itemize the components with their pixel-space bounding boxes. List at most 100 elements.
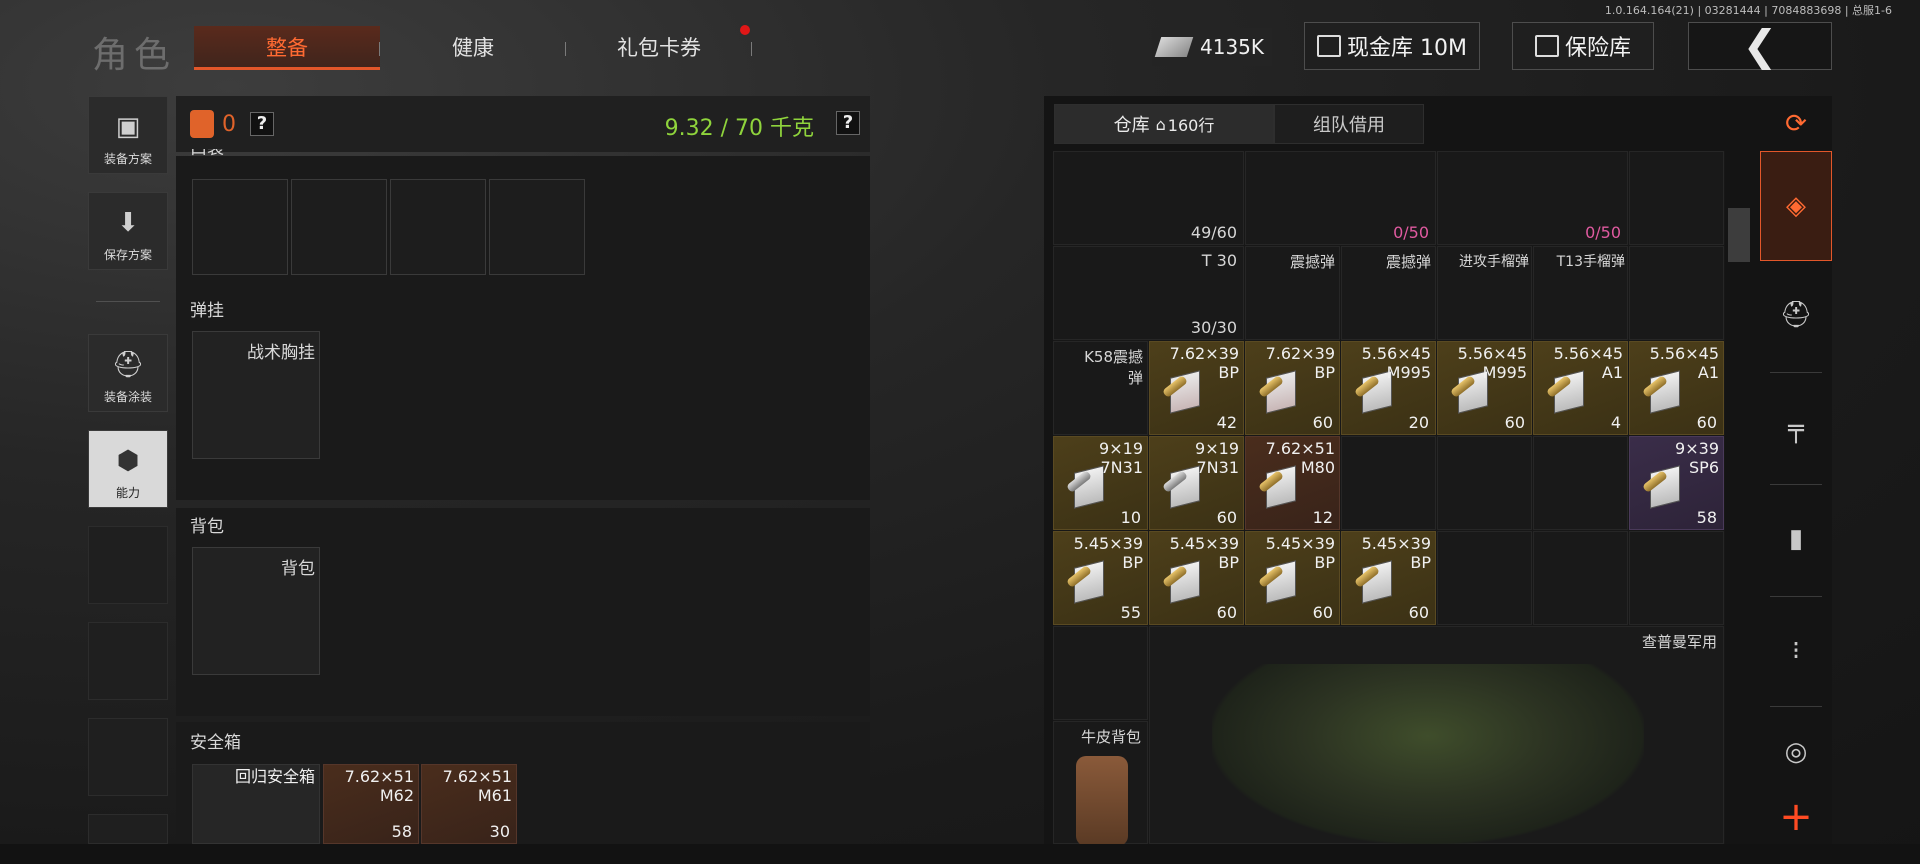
ammo-item[interactable]: 9×19 7N31 60 (1149, 436, 1244, 530)
ammo-item[interactable]: 5.45×39 BP 55 (1053, 531, 1148, 625)
item-name: 9×19 7N31 (1099, 439, 1143, 477)
sidebar-label: 保存方案 (103, 248, 152, 262)
warehouse-item[interactable]: K58震撼 弹 (1053, 341, 1148, 435)
item-name: 5.45×39 BP (1073, 534, 1143, 572)
warehouse-empty-cell[interactable] (1533, 531, 1628, 625)
warehouse-item[interactable]: T 30 30/30 (1053, 246, 1244, 340)
item-name: 7.62×39 BP (1265, 344, 1335, 382)
tab-gift-vouchers[interactable]: 礼包卡券 (566, 26, 752, 70)
bottom-bar (0, 844, 1920, 864)
warehouse-item[interactable]: 牛皮背包 (1053, 721, 1148, 844)
home-icon: ⌂ (1155, 114, 1166, 134)
category-all-icon[interactable]: ◈ (1760, 151, 1832, 261)
chest-rig-section-title: 弹挂 (190, 301, 224, 321)
ammo-item[interactable]: 9×39 SP6 58 (1629, 436, 1724, 530)
ammo-item[interactable]: 5.56×45 A1 60 (1629, 341, 1724, 435)
item-name: 震撼弹 (1385, 253, 1431, 271)
safe-ammo-item[interactable]: 7.62×51 M61 30 (421, 764, 517, 844)
warehouse-item[interactable]: 0/50 (1245, 151, 1436, 245)
safe-box-item[interactable]: 回归安全箱 (192, 764, 320, 844)
armor-count: 0 (222, 111, 236, 137)
item-name: 7.62×51 M62 (344, 767, 414, 805)
pocket-slot[interactable] (291, 179, 387, 275)
leather-backpack-icon (1076, 756, 1128, 844)
ammo-item[interactable]: 7.62×39 BP 60 (1245, 341, 1340, 435)
ammo-item[interactable]: 5.56×45 M995 20 (1341, 341, 1436, 435)
item-name: 回归安全箱 (234, 767, 315, 786)
category-divider (1770, 372, 1822, 373)
vest-icon: ▣ (115, 112, 141, 142)
backpack-section-title: 背包 (190, 517, 224, 537)
warehouse-empty-cell[interactable] (1629, 531, 1724, 625)
warehouse-item[interactable]: 震撼弹 (1341, 246, 1436, 340)
sidebar-empty-slot (88, 718, 168, 796)
ammo-item[interactable]: 5.56×45 M995 60 (1437, 341, 1532, 435)
sidebar-item-save-plan[interactable]: ⬇ 保存方案 (88, 192, 168, 270)
ammo-item[interactable]: 5.45×39 BP 60 (1245, 531, 1340, 625)
ammo-item[interactable]: 7.62×39 BP 42 (1149, 341, 1244, 435)
item-count: 60 (1696, 413, 1717, 432)
warehouse-empty-cell[interactable] (1437, 531, 1532, 625)
item-name: K58震撼 弹 (1084, 348, 1143, 387)
ammo-item[interactable]: 5.45×39 BP 60 (1341, 531, 1436, 625)
chest-rig-slot[interactable]: 战术胸挂 (192, 331, 320, 459)
tab-warehouse[interactable]: 仓库 ⌂ 160行 (1054, 104, 1274, 144)
category-scope-icon[interactable]: ◎ (1760, 716, 1832, 788)
help-icon[interactable]: ? (250, 112, 274, 136)
warehouse-item[interactable]: 49/60 (1053, 151, 1244, 245)
add-icon[interactable]: + (1760, 790, 1832, 844)
category-magazine-icon[interactable]: ▮ (1760, 494, 1832, 584)
item-count: 55 (1120, 603, 1141, 622)
safe-box-section-title: 安全箱 (190, 733, 241, 753)
item-count: 10 (1120, 508, 1141, 527)
money-value: 4135K (1200, 35, 1265, 59)
sidebar-empty-slot (88, 622, 168, 700)
tab-equip[interactable]: 整备 (194, 26, 380, 70)
tab-divider (751, 42, 752, 56)
item-count: 58 (391, 822, 412, 841)
item-count: 60 (1216, 508, 1237, 527)
sidebar-item-skins[interactable]: ⛑ 装备涂装 (88, 334, 168, 412)
sidebar-divider (96, 301, 160, 302)
back-button[interactable]: ❮ (1688, 22, 1832, 70)
warehouse-item[interactable]: T13手榴弹 (1533, 246, 1628, 340)
ammo-item[interactable]: 7.62×51 M80 12 (1245, 436, 1340, 530)
warehouse-empty-cell[interactable] (1437, 436, 1532, 530)
warehouse-empty-cell[interactable] (1533, 436, 1628, 530)
tab-health[interactable]: 健康 (380, 26, 566, 70)
item-count: 60 (1216, 603, 1237, 622)
item-count: 60 (1504, 413, 1525, 432)
vault-label: 保险库 (1564, 36, 1631, 61)
vault-button[interactable]: 保险库 (1512, 22, 1654, 70)
backpack-slot[interactable]: 背包 (192, 547, 320, 675)
warehouse-scrollbar[interactable] (1728, 208, 1750, 262)
category-rifle-icon[interactable]: ╤ (1760, 384, 1832, 474)
weight-help-icon[interactable]: ? (836, 111, 860, 135)
warehouse-empty-cell[interactable] (1341, 436, 1436, 530)
warehouse-item[interactable]: 进攻手榴弹 (1437, 246, 1532, 340)
warehouse-empty-cell[interactable] (1629, 151, 1724, 245)
warehouse-item[interactable]: 0/50 (1437, 151, 1628, 245)
item-name: 7.62×39 BP (1169, 344, 1239, 382)
ammo-item[interactable]: 5.45×39 BP 60 (1149, 531, 1244, 625)
tab-team-borrow[interactable]: 组队借用 (1274, 104, 1424, 144)
warehouse-item[interactable]: 震撼弹 (1245, 246, 1340, 340)
download-icon: ⬇ (117, 208, 139, 238)
safe-ammo-item[interactable]: 7.62×51 M62 58 (323, 764, 419, 844)
category-helmet-icon[interactable]: ⛑ (1760, 270, 1832, 360)
cash-vault-button[interactable]: 现金库 10M (1304, 22, 1480, 70)
ammo-item[interactable]: 9×19 7N31 10 (1053, 436, 1148, 530)
category-ammo-icon[interactable]: ⁝ (1760, 606, 1832, 696)
item-name: T 30 (1201, 251, 1237, 270)
warehouse-empty-cell[interactable] (1053, 626, 1148, 720)
warehouse-empty-cell[interactable] (1629, 246, 1724, 340)
tab-label: 仓库 (1113, 115, 1150, 136)
chapman-backpack-image (1212, 664, 1644, 844)
pocket-slot[interactable] (489, 179, 585, 275)
ammo-item[interactable]: 5.56×45 A1 4 (1533, 341, 1628, 435)
sidebar-item-ability[interactable]: ⬢ 能力 (88, 430, 168, 508)
pocket-slot[interactable] (192, 179, 288, 275)
pocket-slot[interactable] (390, 179, 486, 275)
sidebar-item-loadout-plan[interactable]: ▣ 装备方案 (88, 96, 168, 174)
refresh-stack-icon[interactable]: ⟳ (1760, 104, 1832, 144)
